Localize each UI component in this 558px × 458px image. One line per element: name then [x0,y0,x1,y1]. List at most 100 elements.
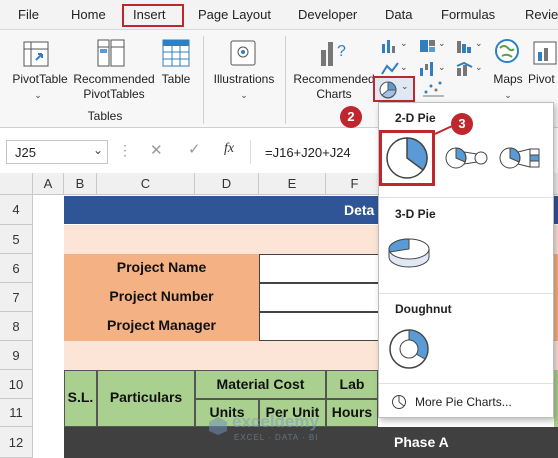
row-header-7[interactable]: 7 [0,283,33,312]
tab-home[interactable]: Home [71,7,106,22]
hierarchy-chart-chevron-icon[interactable]: ⌄ [438,38,446,49]
section-3d-pie-heading: 3-D Pie [395,207,436,221]
table-button[interactable]: Table [156,72,196,87]
column-chart-chevron-icon[interactable]: ⌄ [400,38,408,49]
step-3-pointer [434,125,452,135]
maps-button[interactable]: Maps [488,72,528,87]
column-header-f[interactable]: F [326,173,384,195]
tab-page-layout[interactable]: Page Layout [198,7,271,22]
pie-3d-icon [388,238,430,268]
step-badge-3: 3 [451,113,473,135]
row-header-11[interactable]: 11 [0,399,33,427]
tab-review[interactable]: Revie [525,7,558,22]
project-number-label[interactable]: Project Number [64,288,259,304]
pie-chart-button[interactable]: ⌄ [373,76,415,102]
phase-label: Phase A [394,434,449,450]
row-header-5[interactable]: 5 [0,225,33,254]
row-header-9[interactable]: 9 [0,341,33,370]
exceldemy-watermark: exceldemy EXCEL · DATA · BI [208,412,358,446]
recommended-pivottables-label-2: PivotTables [83,87,145,101]
column-header-c[interactable]: C [97,173,195,195]
labor-header[interactable]: Lab [326,370,378,399]
row-header-10[interactable]: 10 [0,370,33,399]
pivottable-chevron-icon[interactable]: ⌄ [30,88,46,103]
recommended-pivottables-icon [96,38,126,70]
tab-developer[interactable]: Developer [298,7,357,22]
row-header-12[interactable]: 12 [0,427,33,458]
pie-chart-chevron-icon: ⌄ [401,81,409,91]
row-header-4[interactable]: 4 [0,195,33,225]
illustrations-button[interactable]: Illustrations [209,72,279,87]
name-box-chevron-icon[interactable]: ⌄ [93,143,103,157]
material-cost-header[interactable]: Material Cost [195,370,326,399]
table-icon [162,38,190,70]
scatter-chart-icon[interactable] [420,78,448,100]
bar-of-pie-icon [499,147,540,169]
tab-data[interactable]: Data [385,7,412,22]
pie-chart-icon [379,81,397,99]
project-number-value[interactable] [259,283,384,312]
column-header-a[interactable]: A [33,173,64,195]
enter-icon[interactable]: ✓ [188,140,201,158]
formula-input[interactable]: =J16+J20+J24 [250,140,380,164]
illustrations-icon [228,38,258,68]
pie-3d-option[interactable] [385,229,433,273]
section-2d-pie-heading: 2-D Pie [395,111,436,125]
column-header-e[interactable]: E [259,173,326,195]
select-all-corner[interactable] [0,173,33,195]
name-box[interactable]: J25 ⌄ [6,140,108,164]
tab-formulas[interactable]: Formulas [441,7,495,22]
formula-bar-dots-icon: ⋮ [118,142,132,158]
statistic-chart-chevron-icon[interactable]: ⌄ [475,38,483,49]
row-header-8[interactable]: 8 [0,312,33,341]
bar-of-pie-option[interactable] [497,145,543,171]
waterfall-chart-chevron-icon[interactable]: ⌄ [438,62,446,73]
tab-file[interactable]: File [18,7,39,22]
insert-function-icon[interactable]: fx [224,141,234,157]
column-header-d[interactable]: D [195,173,259,195]
project-name-label[interactable]: Project Name [64,259,259,275]
material-cost-header-text: Material Cost [216,376,305,392]
pivottable-button[interactable]: PivotTable [10,72,70,87]
recommended-charts-button[interactable]: Recommended Charts [290,72,378,102]
more-pie-charts-label: More Pie Charts... [415,395,512,409]
more-pie-charts-button[interactable]: More Pie Charts... [391,393,551,413]
project-manager-value[interactable] [259,312,384,341]
maps-chevron-icon[interactable]: ⌄ [500,88,516,103]
pie-of-pie-icon [445,147,488,169]
pie-of-pie-option[interactable] [443,145,489,171]
line-chart-chevron-icon[interactable]: ⌄ [400,62,408,73]
waterfall-chart-icon[interactable] [418,60,438,78]
labor-header-text: Lab [339,376,365,392]
recommended-pivottables-button[interactable]: Recommended PivotTables [72,72,156,102]
hierarchy-chart-icon[interactable] [418,38,438,54]
tab-insert-highlight [122,4,184,27]
project-manager-label[interactable]: Project Manager [64,317,259,333]
doughnut-option[interactable] [385,325,433,373]
ribbon-separator [285,36,286,124]
ribbon-separator [203,36,204,124]
combo-chart-chevron-icon[interactable]: ⌄ [475,62,483,73]
pie-chart-dropdown: 2-D Pie 3 3-D Pie Doughnut More Pie Char… [378,102,554,418]
pivotchart-button[interactable]: Pivot [528,72,558,87]
sl-header[interactable]: S.L. [64,370,97,427]
cancel-icon[interactable]: ✕ [150,141,163,159]
column-header-b[interactable]: B [64,173,97,195]
pie-2d-option[interactable] [379,130,435,186]
doughnut-icon [389,329,429,369]
recommended-pivottables-label-1: Recommended [73,72,155,86]
column-chart-icon[interactable] [380,38,400,54]
statistic-chart-icon[interactable] [455,38,475,54]
header-right-edge [554,370,558,427]
project-name-value[interactable] [259,254,384,283]
particulars-header[interactable]: Particulars [97,370,195,427]
row-header-6[interactable]: 6 [0,254,33,283]
illustrations-chevron-icon[interactable]: ⌄ [236,88,252,103]
exceldemy-logo-icon [209,417,227,435]
pivotchart-icon [532,40,558,66]
recommended-charts-label-2: Charts [316,87,352,101]
combo-chart-icon[interactable] [455,60,475,78]
ribbon-tab-bar: File Home Insert Page Layout Developer D… [0,0,558,30]
pivottable-icon [22,40,52,70]
watermark-tagline: EXCEL · DATA · BI [234,433,319,442]
